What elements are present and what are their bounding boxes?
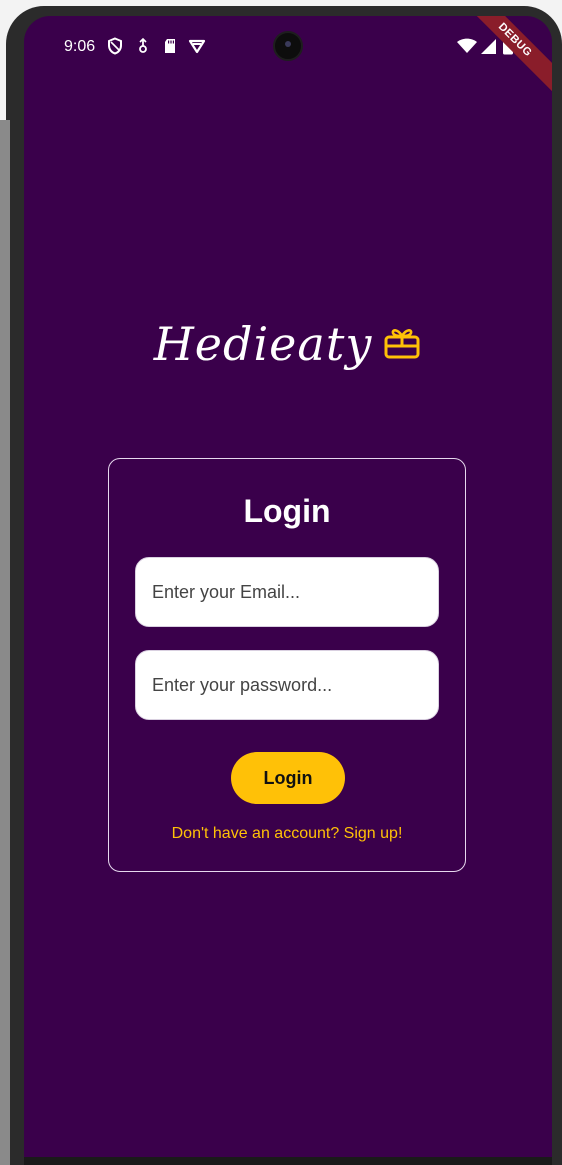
signal-icon bbox=[481, 39, 496, 54]
sd-card-icon bbox=[165, 39, 175, 53]
email-field-container bbox=[135, 557, 439, 627]
login-card: Login Login Don't have an account? Sign … bbox=[108, 458, 466, 872]
wifi-icon bbox=[457, 38, 477, 53]
phone-frame-edge bbox=[0, 120, 10, 1165]
debug-banner: DEBUG bbox=[454, 16, 552, 101]
status-time: 9:06 bbox=[64, 38, 96, 55]
logo-text: Hedieaty bbox=[153, 317, 373, 371]
app-screen: 9:06 DEBUG Hedieaty Login Enter your Ema… bbox=[24, 16, 552, 1157]
usb-icon bbox=[139, 37, 147, 53]
status-bar: 9:06 DEBUG bbox=[24, 16, 552, 101]
signup-link[interactable]: Don't have an account? Sign up! bbox=[109, 825, 465, 843]
password-field[interactable] bbox=[136, 651, 438, 719]
shield-icon bbox=[108, 37, 122, 55]
bottom-bar bbox=[24, 1157, 552, 1165]
front-camera bbox=[273, 31, 303, 61]
login-button[interactable]: Login bbox=[231, 752, 345, 804]
vpn-icon bbox=[188, 39, 206, 54]
password-field-container bbox=[135, 650, 439, 720]
gift-icon bbox=[384, 329, 420, 359]
login-title: Login bbox=[243, 493, 331, 529]
app-logo: Hedieaty bbox=[24, 304, 552, 384]
email-field[interactable] bbox=[136, 558, 438, 626]
